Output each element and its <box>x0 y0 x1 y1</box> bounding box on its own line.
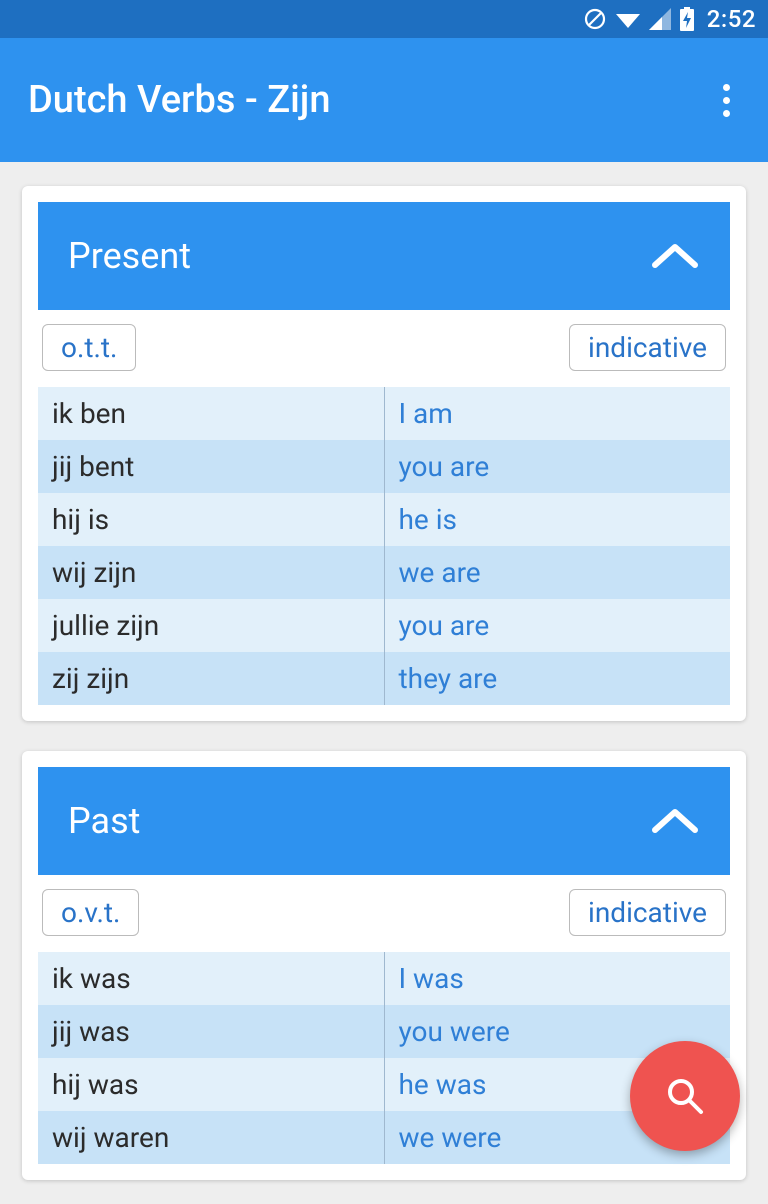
card-title: Present <box>68 235 191 277</box>
english-cell: I was <box>384 952 730 1005</box>
dutch-cell: hij was <box>38 1058 384 1111</box>
tense-card-present: Present o.t.t. indicative ik benI am jij… <box>22 186 746 721</box>
more-options-button[interactable] <box>713 74 740 127</box>
conjugation-table: ik benI am jij bentyou are hij ishe is w… <box>38 387 730 705</box>
chevron-up-icon <box>650 241 700 271</box>
search-icon <box>663 1074 707 1118</box>
card-header-toggle[interactable]: Past <box>38 767 730 875</box>
conjugation-table: ik wasI was jij wasyou were hij washe wa… <box>38 952 730 1164</box>
search-fab[interactable] <box>630 1041 740 1151</box>
english-cell: they are <box>384 652 730 705</box>
dutch-cell: ik was <box>38 952 384 1005</box>
dutch-cell: ik ben <box>38 387 384 440</box>
tag-row: o.v.t. indicative <box>38 875 730 952</box>
table-row: jij wasyou were <box>38 1005 730 1058</box>
table-row: wij warenwe were <box>38 1111 730 1164</box>
table-row: ik wasI was <box>38 952 730 1005</box>
signal-icon <box>649 8 671 30</box>
dutch-cell: jullie zijn <box>38 599 384 652</box>
dutch-cell: jij bent <box>38 440 384 493</box>
english-cell: I am <box>384 387 730 440</box>
app-bar: Dutch Verbs - Zijn <box>0 38 768 162</box>
english-cell: we are <box>384 546 730 599</box>
table-row: hij washe was <box>38 1058 730 1111</box>
status-bar: 2:52 <box>0 0 768 38</box>
dutch-cell: hij is <box>38 493 384 546</box>
table-row: jij bentyou are <box>38 440 730 493</box>
dutch-cell: wij zijn <box>38 546 384 599</box>
dutch-cell: jij was <box>38 1005 384 1058</box>
card-header-toggle[interactable]: Present <box>38 202 730 310</box>
english-cell: he is <box>384 493 730 546</box>
table-row: jullie zijnyou are <box>38 599 730 652</box>
table-row: wij zijnwe are <box>38 546 730 599</box>
chevron-up-icon <box>650 806 700 836</box>
mood-tag[interactable]: indicative <box>569 324 726 371</box>
app-title: Dutch Verbs - Zijn <box>28 78 331 122</box>
tense-tag[interactable]: o.v.t. <box>42 889 139 936</box>
content-area: Present o.t.t. indicative ik benI am jij… <box>0 162 768 1204</box>
tag-row: o.t.t. indicative <box>38 310 730 387</box>
status-time: 2:52 <box>707 5 756 33</box>
table-row: hij ishe is <box>38 493 730 546</box>
tense-tag[interactable]: o.t.t. <box>42 324 136 371</box>
mood-tag[interactable]: indicative <box>569 889 726 936</box>
table-row: ik benI am <box>38 387 730 440</box>
wifi-icon <box>615 8 641 30</box>
english-cell: you are <box>384 599 730 652</box>
battery-charging-icon <box>679 7 695 31</box>
table-row: zij zijnthey are <box>38 652 730 705</box>
no-sim-icon <box>583 7 607 31</box>
card-title: Past <box>68 800 140 842</box>
dutch-cell: zij zijn <box>38 652 384 705</box>
english-cell: you are <box>384 440 730 493</box>
dutch-cell: wij waren <box>38 1111 384 1164</box>
